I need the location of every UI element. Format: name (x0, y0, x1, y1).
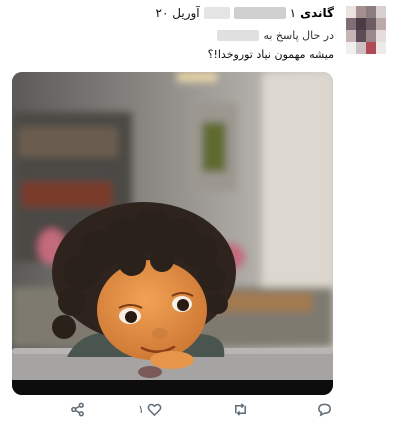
tweet-text: میشه مهمون نیاد توروخدا!؟ (207, 48, 334, 61)
reply-context: در حال پاسخ به (217, 27, 334, 43)
retweet-icon (235, 403, 246, 416)
avatar[interactable] (346, 6, 386, 54)
puppet-photo (12, 72, 333, 395)
share-button[interactable] (70, 402, 85, 417)
like-button[interactable]: ۱ (138, 402, 162, 417)
like-count: ۱ (138, 403, 144, 416)
blurred-handle-part (203, 7, 230, 19)
retweet-button[interactable] (233, 402, 248, 417)
share-icon (71, 402, 84, 417)
reply-icon (318, 403, 331, 417)
blurred-handle (233, 7, 286, 19)
author-name[interactable]: گاندی (300, 6, 334, 20)
heart-icon (147, 403, 162, 417)
tweet-header: گاندی ۱ ۲۰ آوریل (156, 4, 334, 22)
author-name-suffix: ۱ (289, 6, 297, 20)
reply-prefix: در حال پاسخ به (263, 28, 334, 42)
tweet-date[interactable]: ۲۰ آوریل (156, 6, 200, 20)
reply-button[interactable] (317, 402, 332, 417)
tweet-actions: ۱ (0, 400, 400, 422)
tweet-image[interactable] (12, 72, 333, 395)
blurred-reply-handle[interactable] (217, 29, 260, 41)
